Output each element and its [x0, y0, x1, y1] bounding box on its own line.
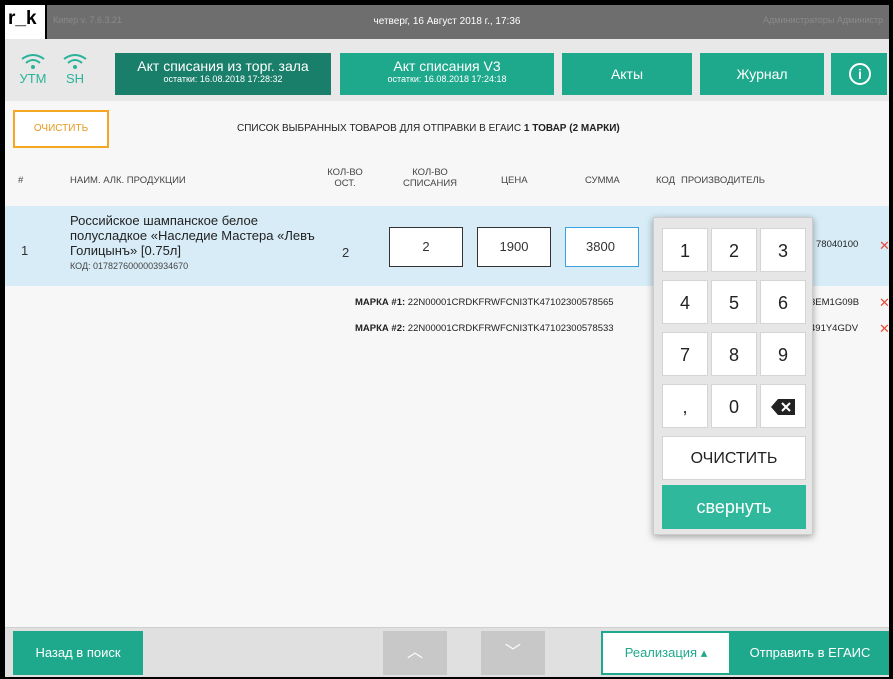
key-3[interactable]: 3	[760, 228, 806, 272]
backspace-key[interactable]	[760, 384, 806, 428]
sale-dropdown[interactable]: Реализация ▴	[601, 631, 731, 675]
stock-qty: 2	[342, 245, 350, 260]
wifi-icon	[63, 54, 87, 69]
writeoff-hall-title: Акт списания из торг. зала	[137, 58, 309, 74]
col-producer: ПРОИЗВОДИТЕЛЬ	[681, 175, 765, 186]
footer-bar: Назад в поиск ︿ ﹀ Реализация ▴ Отправить…	[5, 627, 889, 677]
col-code: КОД	[656, 175, 676, 186]
journal-label: Журнал	[736, 66, 788, 82]
scroll-down-button[interactable]: ﹀	[481, 631, 545, 675]
utm-label: УТМ	[19, 71, 47, 86]
key-9[interactable]: 9	[760, 332, 806, 376]
header-bar: УТМ SH Акт списания из торг. зала остатк…	[5, 39, 889, 101]
key-comma[interactable]: ,	[662, 384, 708, 428]
key-1[interactable]: 1	[662, 228, 708, 272]
key-0[interactable]: 0	[711, 384, 757, 428]
utm-status: УТМ	[13, 53, 53, 86]
info-icon: i	[849, 63, 871, 85]
mark-code: 22N00001CRDKFRWFCNI3TK47102300578533	[407, 323, 614, 334]
datetime-label: четверг, 16 Август 2018 г., 17:36	[373, 16, 521, 27]
product-name: Российское шампанское белое полусладкое …	[70, 213, 315, 258]
col-writeoff-l1: КОЛ-ВО	[412, 167, 448, 178]
list-title-text: СПИСОК ВЫБРАННЫХ ТОВАРОВ ДЛЯ ОТПРАВКИ В …	[237, 123, 522, 134]
sh-label: SH	[65, 71, 85, 86]
key-5[interactable]: 5	[711, 280, 757, 324]
top-bar: r_k Кипер v. 7.6.3.21 четверг, 16 Август…	[5, 5, 889, 39]
key-6[interactable]: 6	[760, 280, 806, 324]
delete-row-icon[interactable]: ✕	[879, 239, 889, 252]
app-window: r_k Кипер v. 7.6.3.21 четверг, 16 Август…	[5, 5, 889, 677]
sum-input[interactable]: 3800	[565, 227, 639, 267]
key-2[interactable]: 2	[711, 228, 757, 272]
mark-tail: 491Y4GDV	[810, 323, 859, 334]
acts-button[interactable]: Акты	[562, 53, 692, 95]
mark-label: МАРКА #1:	[355, 297, 406, 308]
product-code: КОД: 0178276000003934670	[70, 261, 189, 271]
mark-label: МАРКА #2:	[355, 323, 406, 334]
clear-list-button[interactable]: ОЧИСТИТЬ	[13, 110, 109, 148]
backspace-icon	[771, 399, 795, 415]
writeoff-v3-button[interactable]: Акт списания V3 остатки: 16.08.2018 17:2…	[340, 53, 554, 95]
col-sum: СУММА	[585, 175, 620, 186]
list-title: СПИСОК ВЫБРАННЫХ ТОВАРОВ ДЛЯ ОТПРАВКИ В …	[237, 123, 620, 134]
send-to-egais-button[interactable]: Отправить в ЕГАИС	[731, 631, 889, 675]
mark-item: МАРКА #2: 22N00001CRDKFRWFCNI3TK47102300…	[355, 323, 614, 334]
col-num: #	[18, 175, 24, 186]
writeoff-v3-title: Акт списания V3	[393, 58, 501, 74]
keypad-clear-button[interactable]: ОЧИСТИТЬ	[662, 436, 806, 480]
info-button[interactable]: i	[831, 53, 887, 95]
col-stock-l1: КОЛ-ВО	[327, 167, 363, 178]
scroll-up-button[interactable]: ︿	[383, 631, 447, 675]
key-8[interactable]: 8	[711, 332, 757, 376]
sh-status: SH	[55, 53, 95, 86]
mark-item: МАРКА #1: 22N00001CRDKFRWFCNI3TK47102300…	[355, 297, 614, 308]
delete-mark-icon[interactable]: ✕	[879, 322, 889, 335]
user-label: Администраторы Администр	[763, 15, 883, 25]
col-price: ЦЕНА	[501, 175, 528, 186]
col-writeoff-l2: СПИСАНИЯ	[402, 178, 458, 189]
col-writeoff: КОЛ-ВО СПИСАНИЯ	[388, 167, 472, 189]
acts-label: Акты	[610, 66, 644, 82]
wifi-icon	[21, 54, 45, 69]
mark-code: 22N00001CRDKFRWFCNI3TK47102300578565	[407, 297, 614, 308]
row-number: 1	[21, 243, 29, 258]
back-to-search-button[interactable]: Назад в поиск	[13, 631, 143, 675]
key-7[interactable]: 7	[662, 332, 708, 376]
delete-mark-icon[interactable]: ✕	[879, 296, 889, 309]
numeric-keypad: 1 2 3 4 5 6 7 8 9 , 0 ОЧИСТИТЬ свернуть	[653, 217, 813, 535]
col-stock: КОЛ-ВО ОСТ.	[323, 167, 367, 189]
col-stock-l2: ОСТ.	[334, 178, 356, 189]
journal-button[interactable]: Журнал	[700, 53, 824, 95]
mark-tail: 3EM1G09B	[810, 297, 860, 308]
writeoff-hall-button[interactable]: Акт списания из торг. зала остатки: 16.0…	[115, 53, 331, 95]
writeoff-qty-input[interactable]: 2	[389, 227, 463, 267]
keypad-collapse-button[interactable]: свернуть	[662, 485, 806, 529]
producer-code: 78040100	[816, 239, 859, 250]
key-4[interactable]: 4	[662, 280, 708, 324]
list-count: 1 ТОВАР (2 МАРКИ)	[523, 123, 620, 134]
price-input[interactable]: 1900	[477, 227, 551, 267]
writeoff-v3-sub: остатки: 16.08.2018 17:24:18	[387, 74, 507, 84]
writeoff-hall-sub: остатки: 16.08.2018 17:28:32	[163, 74, 283, 84]
col-name: НАИМ. АЛК. ПРОДУКЦИИ	[70, 175, 186, 186]
